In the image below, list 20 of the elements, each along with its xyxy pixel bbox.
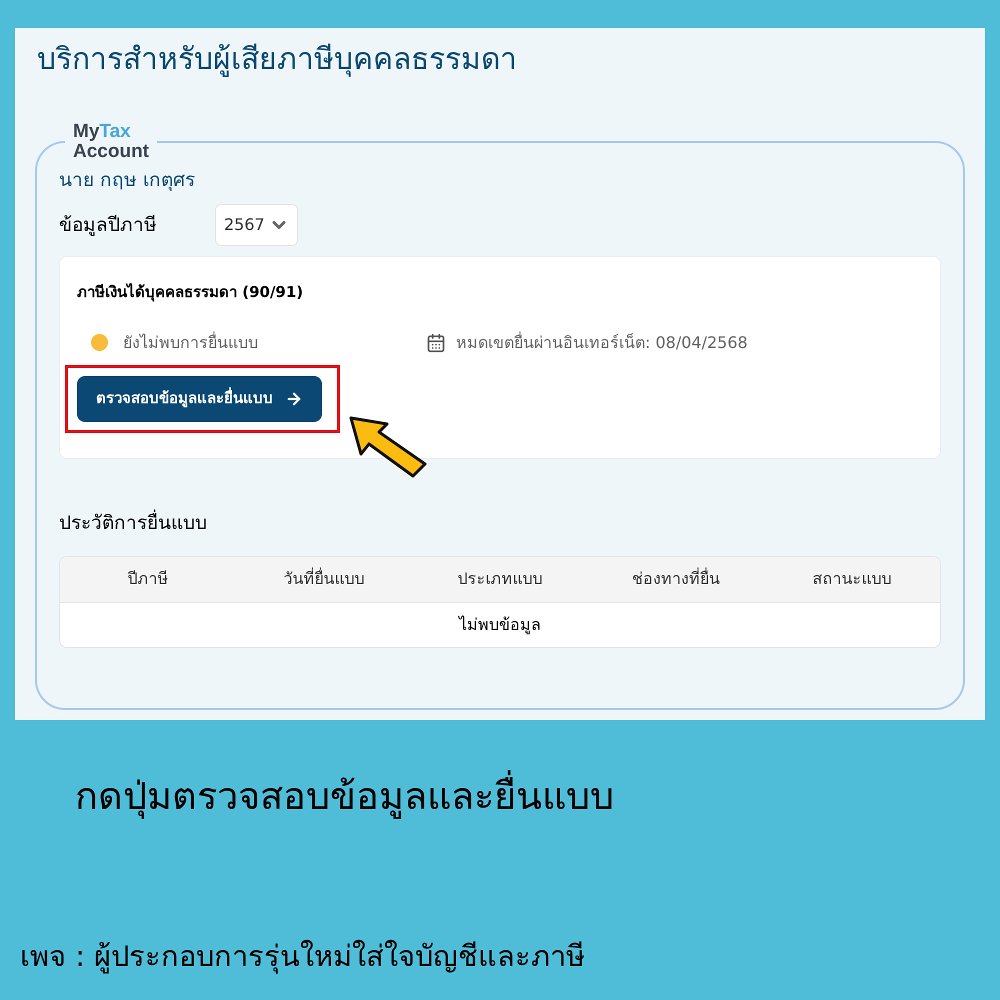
page-title: บริการสำหรับผู้เสียภาษีบุคคลธรรมดา (37, 41, 518, 79)
tax-year-select[interactable]: 2567 (215, 204, 298, 246)
column-header: วันที่ยื่นแบบ (282, 567, 366, 590)
calendar-icon (426, 332, 446, 352)
column-header: ช่องทางที่ยื่น (631, 567, 721, 590)
check-and-file-button[interactable]: ตรวจสอบข้อมูลและยื่นแบบ (77, 376, 322, 422)
filing-deadline: หมดเขตยื่นผ่านอินเทอร์เน็ต: 08/04/2568 (456, 330, 748, 354)
logo-text: MyTax Account (72, 122, 150, 162)
filing-title: ภาษีเงินได้บุคคลธรรมดา (90/91) (77, 282, 304, 304)
history-heading: ประวัติการยื่นแบบ (59, 509, 207, 538)
column-header: ประเภทแบบ (456, 568, 544, 590)
taxpayer-name: นาย กฤษ เกตุศร (59, 168, 196, 193)
empty-message: ไม่พบข้อมูล (457, 614, 542, 636)
caption-text: กดปุ่มตรวจสอบข้อมูลและยื่นแบบ (75, 768, 614, 825)
tax-year-label: ข้อมูลปีภาษี (59, 212, 158, 238)
filing-status: ยังไม่พบการยื่นแบบ (123, 330, 259, 354)
arrow-right-icon (285, 390, 303, 408)
footer-text: เพจ : ผู้ประกอบการรุ่นใหม่ใส่ใจบัญชีและภาษี (20, 938, 586, 976)
column-header: สถานะแบบ (812, 568, 892, 590)
column-header: ปีภาษี (126, 568, 170, 590)
